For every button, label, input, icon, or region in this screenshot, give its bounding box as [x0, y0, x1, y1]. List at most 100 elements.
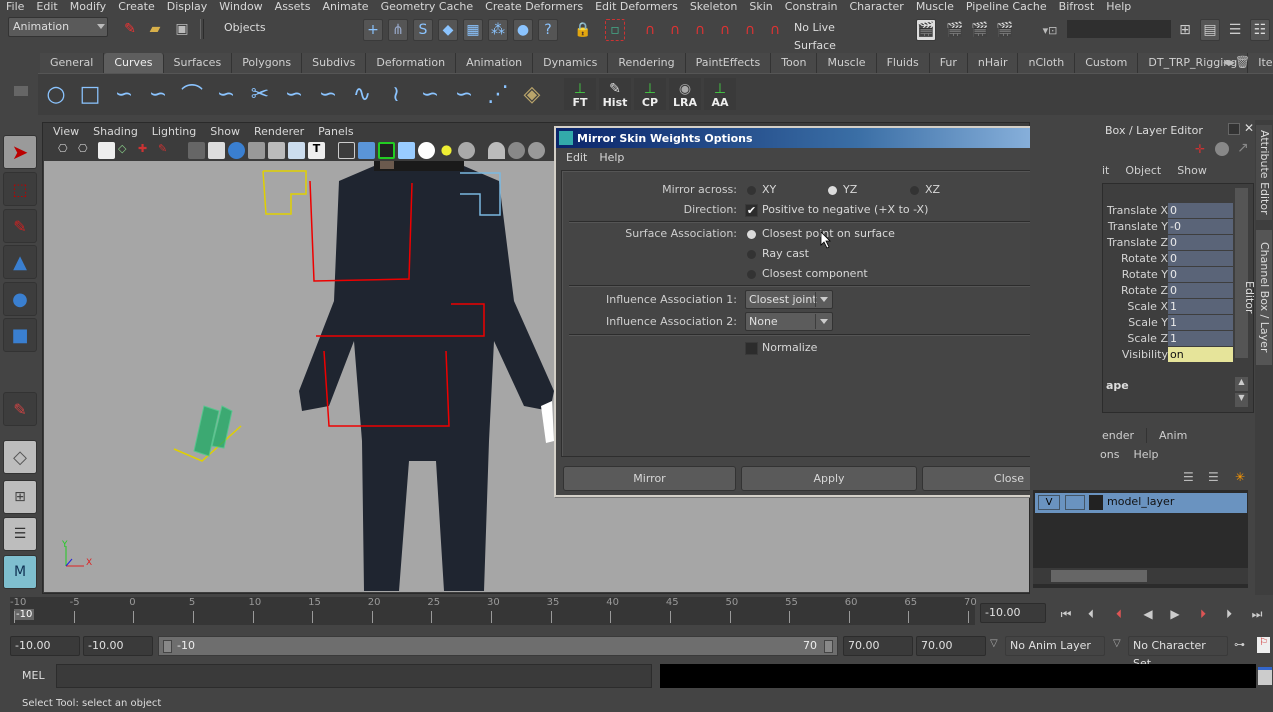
select-hierarchy-icon[interactable]: +: [363, 19, 383, 41]
select-object-icon[interactable]: ⋔: [388, 19, 408, 41]
grid-toggle-icon[interactable]: [188, 142, 205, 159]
normalize-checkbox[interactable]: [745, 342, 758, 355]
menu-animate[interactable]: Animate: [316, 0, 374, 14]
shelf-tab-subdivs[interactable]: Subdivs: [302, 53, 367, 73]
time-slider[interactable]: -10 -10 -5 0 5 10 15 20 25 30 35 40 45 50 55 60 65 70: [10, 597, 977, 625]
command-input[interactable]: [56, 664, 652, 688]
radio-closest-point[interactable]: [747, 230, 756, 239]
radio-yz[interactable]: [828, 186, 837, 195]
four-view-layout-icon[interactable]: ⊞: [3, 480, 37, 514]
new-scene-icon[interactable]: ✎: [120, 18, 140, 40]
shelf-tab-fur[interactable]: Fur: [929, 53, 968, 73]
channel-value[interactable]: 0: [1168, 283, 1233, 298]
motion-blur-icon[interactable]: [508, 142, 525, 159]
radio-xz-label[interactable]: XZ: [925, 183, 940, 196]
scroll-down-icon[interactable]: ▼: [1235, 393, 1248, 407]
snap-live-icon[interactable]: ∩: [740, 19, 760, 41]
channel-name[interactable]: Visibility: [1122, 347, 1168, 363]
radio-yz-label[interactable]: YZ: [843, 183, 857, 196]
shelf-button-lra[interactable]: ◉ LRA: [669, 78, 701, 110]
shelf-tab-item[interactable]: Item: [1248, 53, 1273, 73]
smooth-shade-icon[interactable]: [358, 142, 375, 159]
channel-row[interactable]: Scale X1: [1030, 299, 1235, 315]
manipulator-icon[interactable]: ✛: [1195, 142, 1205, 156]
shelf-button-cp[interactable]: ⊥ CP: [634, 78, 666, 110]
float-panel-icon[interactable]: [1228, 123, 1240, 135]
shelf-tab-toon[interactable]: Toon: [771, 53, 818, 73]
xray-icon[interactable]: [398, 142, 415, 159]
quick-search-input[interactable]: [1067, 20, 1171, 38]
range-end-handle[interactable]: [824, 640, 833, 653]
viewport-menu-lighting[interactable]: Lighting: [145, 124, 203, 139]
radio-closest-component[interactable]: [747, 270, 756, 279]
shelf-scroll-icons[interactable]: ◂▸🗑: [1223, 55, 1250, 69]
channel-box-toggle-icon[interactable]: ☷: [1250, 19, 1270, 41]
scale-tool-icon[interactable]: ■: [3, 318, 37, 352]
cut-curve-icon[interactable]: ✂: [244, 78, 276, 110]
viewport-menu-panels[interactable]: Panels: [311, 124, 360, 139]
range-slider[interactable]: -10 70: [158, 636, 838, 656]
shadows-icon[interactable]: [458, 142, 475, 159]
dialog-menu-help[interactable]: Help: [593, 150, 630, 166]
grease-pencil-icon[interactable]: ✎: [158, 142, 175, 159]
viewport-menu-show[interactable]: Show: [203, 124, 247, 139]
shelf-tab-curves[interactable]: Curves: [104, 53, 164, 73]
menu-modify[interactable]: Modify: [64, 0, 112, 14]
radio-xy-label[interactable]: XY: [762, 183, 776, 196]
move-layer-down-icon[interactable]: ☰: [1208, 470, 1219, 484]
tab-attribute-editor[interactable]: Attribute Editor: [1256, 125, 1272, 220]
radio-ray-cast[interactable]: [747, 250, 756, 259]
dialog-title-bar[interactable]: Mirror Skin Weights Options _ □ ✕: [556, 128, 1102, 148]
anim-layer-field[interactable]: No Anim Layer: [1005, 636, 1105, 656]
channel-row[interactable]: Rotate X0: [1030, 251, 1235, 267]
character-set-dropdown-icon[interactable]: ▽: [1113, 638, 1121, 649]
channel-value[interactable]: 0: [1168, 235, 1233, 250]
viewport-menu-view[interactable]: View: [46, 124, 86, 139]
rotate-tool-icon[interactable]: ●: [3, 282, 37, 316]
channel-name[interactable]: Translate X: [1107, 203, 1168, 219]
duplicate-curve-icon[interactable]: ⋰: [482, 78, 514, 110]
character-set-field[interactable]: No Character Set: [1128, 636, 1228, 670]
ipr-render-icon[interactable]: 🎬: [970, 19, 990, 41]
channel-menu-object[interactable]: Object: [1125, 164, 1177, 177]
channel-value[interactable]: 1: [1168, 315, 1233, 330]
menu-character[interactable]: Character: [844, 0, 910, 14]
shelf-tab-general[interactable]: General: [40, 53, 105, 73]
attach-curve-icon[interactable]: ∽: [210, 78, 242, 110]
radio-closest-component-label[interactable]: Closest component: [762, 267, 868, 280]
play-backwards-icon[interactable]: ◀: [1137, 604, 1159, 624]
channel-name[interactable]: Rotate Z: [1121, 283, 1168, 299]
menu-skeleton[interactable]: Skeleton: [684, 0, 744, 14]
auto-key-icon[interactable]: ⊶: [1234, 638, 1245, 651]
open-scene-icon[interactable]: ▰: [145, 18, 165, 40]
select-tool-icon[interactable]: ➤: [3, 135, 37, 169]
current-frame-marker[interactable]: -10: [14, 609, 35, 620]
shelf-tab-dynamics[interactable]: Dynamics: [533, 53, 609, 73]
camera-attributes-icon[interactable]: ⎔: [78, 142, 95, 159]
menu-skin[interactable]: Skin: [743, 0, 778, 14]
ep-curve-icon[interactable]: ⌒: [176, 78, 208, 110]
mel-label[interactable]: MEL: [22, 669, 45, 682]
channel-row[interactable]: Translate Y -0: [1030, 219, 1235, 235]
channel-row[interactable]: Visibility on: [1030, 347, 1235, 363]
shelf-tab-deformation[interactable]: Deformation: [366, 53, 457, 73]
channel-row[interactable]: Translate X0: [1030, 203, 1235, 219]
save-scene-icon[interactable]: ▣: [172, 18, 192, 40]
attribute-editor-toggle-icon[interactable]: ▤: [1200, 19, 1220, 41]
outliner-persp-layout-icon[interactable]: ☰: [3, 517, 37, 551]
tool-settings-icon[interactable]: ☰: [1225, 19, 1245, 41]
channel-name[interactable]: Scale Z: [1127, 331, 1168, 347]
select-component-icon[interactable]: S: [413, 19, 433, 41]
menu-bifrost[interactable]: Bifrost: [1053, 0, 1101, 14]
quad-patch-icon[interactable]: ◈: [516, 78, 548, 110]
image-plane-icon[interactable]: ◇: [118, 142, 135, 159]
radio-xy[interactable]: [747, 186, 756, 195]
camera-select-icon[interactable]: ⎔: [58, 142, 75, 159]
scrollbar-thumb[interactable]: [1051, 570, 1147, 582]
snap-grid-icon[interactable]: ∩: [640, 19, 660, 41]
channel-name[interactable]: Scale X: [1127, 299, 1168, 315]
channel-name[interactable]: Translate Z: [1107, 235, 1168, 251]
extend-curve-icon[interactable]: ∽: [312, 78, 344, 110]
shelf-tab-ncloth[interactable]: nCloth: [1018, 53, 1076, 73]
selection-mode-dropdown[interactable]: Objects: [220, 19, 320, 39]
